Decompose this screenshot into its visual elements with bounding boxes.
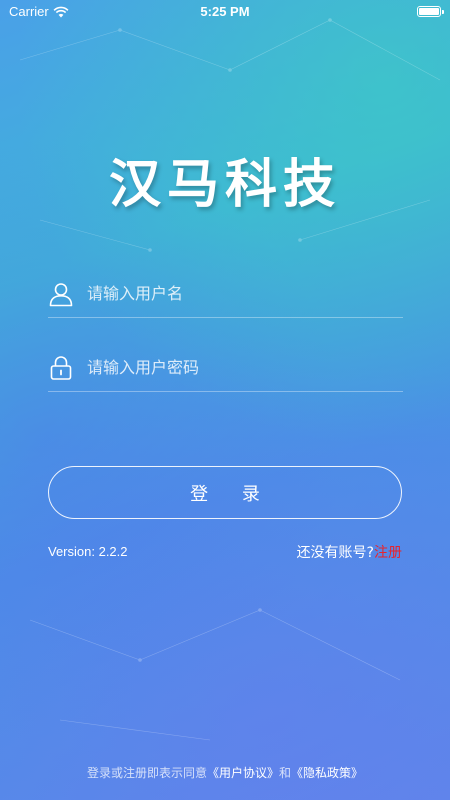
register-prompt: 还没有账号?注册 [297, 542, 402, 562]
network-pattern [19, 18, 441, 741]
user-agreement-link[interactable]: 《用户协议》 [207, 766, 279, 780]
register-link[interactable]: 注册 [374, 545, 402, 561]
battery-icon [417, 6, 444, 17]
clock: 5:25 PM [200, 4, 250, 19]
privacy-policy-link[interactable]: 《隐私政策》 [291, 766, 363, 780]
username-field[interactable] [48, 270, 403, 318]
app-title: 汉马科技 [108, 154, 341, 215]
background-gradient [0, 0, 450, 800]
lock-icon [48, 355, 74, 381]
password-field[interactable] [48, 344, 403, 392]
agreement-notice: 登录或注册即表示同意《用户协议》和《隐私政策》 [0, 764, 450, 781]
login-button[interactable]: 登 录 [48, 466, 402, 519]
username-input[interactable] [87, 273, 403, 314]
version-label: Version: 2.2.2 [48, 544, 128, 559]
agreement-prefix: 登录或注册即表示同意 [86, 766, 207, 780]
password-input[interactable] [87, 347, 403, 388]
user-icon [48, 281, 74, 307]
no-account-text: 还没有账号? [296, 545, 374, 561]
status-bar: Carrier 5:25 PM [0, 0, 450, 22]
agreement-and: 和 [279, 766, 292, 780]
